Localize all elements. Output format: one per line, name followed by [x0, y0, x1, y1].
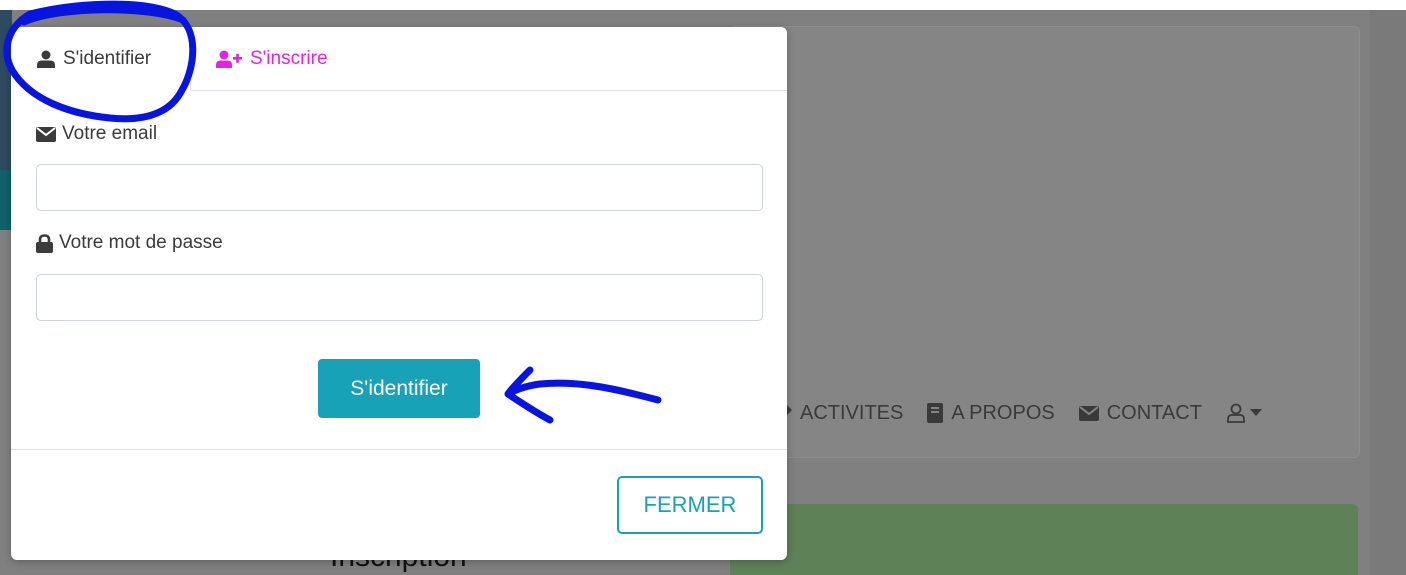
envelope-icon	[1078, 405, 1099, 421]
modal-footer-divider	[11, 449, 787, 450]
login-modal: S'identifier S'inscrire Votre email Votr…	[11, 27, 787, 560]
background-header-card	[730, 26, 1360, 458]
nav-item-label: CONTACT	[1106, 401, 1202, 424]
email-field[interactable]	[36, 164, 763, 211]
nav-user-menu[interactable]	[1226, 403, 1262, 423]
nav-item-label: A PROPOS	[951, 401, 1055, 424]
tab-register-label: S'inscrire	[250, 47, 328, 69]
lock-icon	[36, 233, 53, 253]
tab-login[interactable]: S'identifier	[11, 27, 191, 91]
book-icon	[927, 403, 944, 423]
page: ACTIVITES A PROPOS CONTACT S'identifier …	[0, 0, 1406, 575]
nav-item-contact[interactable]: CONTACT	[1078, 401, 1202, 425]
nav-item-a-propos[interactable]: A PROPOS	[927, 401, 1055, 425]
email-label: Votre email	[36, 123, 157, 145]
modal-tabs: S'identifier S'inscrire	[11, 27, 787, 91]
background-navbar: ACTIVITES A PROPOS CONTACT	[778, 398, 1262, 428]
password-label-text: Votre mot de passe	[59, 232, 223, 253]
nav-item-activites[interactable]: ACTIVITES	[778, 402, 903, 425]
login-submit-button[interactable]: S'identifier	[318, 359, 480, 418]
password-label: Votre mot de passe	[36, 232, 223, 254]
background-right-edge	[1370, 10, 1406, 575]
nav-item-label: ACTIVITES	[800, 401, 904, 424]
close-button[interactable]: FERMER	[617, 476, 763, 534]
tab-login-label: S'identifier	[63, 47, 152, 69]
tab-register[interactable]: S'inscrire	[216, 27, 328, 90]
email-label-text: Votre email	[62, 123, 158, 144]
background-banner	[730, 504, 1358, 575]
password-field[interactable]	[36, 274, 763, 321]
user-outline-icon	[1227, 403, 1245, 423]
envelope-icon	[36, 126, 56, 142]
caret-down-icon	[1249, 409, 1262, 416]
user-icon	[37, 50, 55, 68]
top-strip	[0, 0, 1406, 10]
user-plus-icon	[216, 50, 242, 68]
